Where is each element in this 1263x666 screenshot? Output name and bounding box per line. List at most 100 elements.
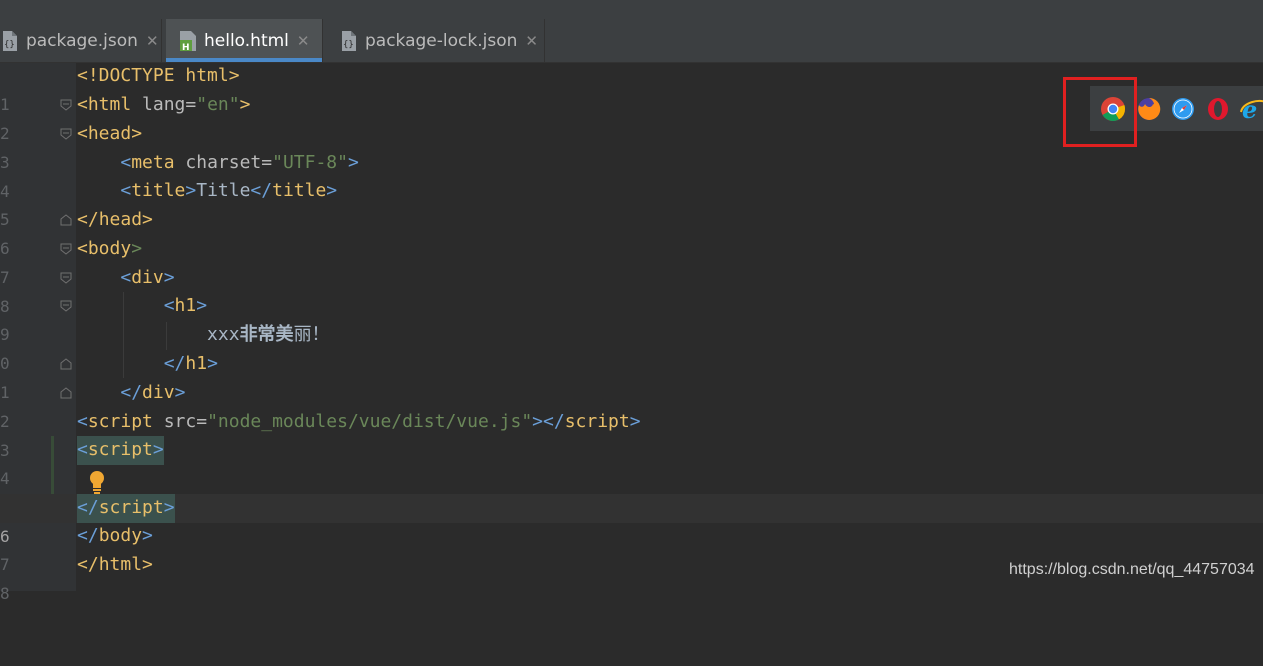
tab-label: package-lock.json — [365, 30, 518, 51]
token: > — [142, 209, 153, 230]
token: div — [142, 382, 175, 403]
code-line-current[interactable]: 6 </script> — [0, 494, 1263, 546]
token: script — [564, 411, 630, 432]
tab-label: hello.html — [204, 30, 289, 51]
token: title — [131, 180, 186, 201]
token: > — [629, 411, 641, 432]
token: > — [185, 180, 197, 201]
code-line[interactable]: 2 </div> — [0, 379, 1263, 431]
token: < — [163, 295, 175, 316]
token: xxx — [207, 324, 240, 345]
token: > — [131, 238, 143, 259]
html-file-icon: H — [180, 30, 196, 52]
watermark: https://blog.csdn.net/qq_44757034 — [1009, 561, 1255, 578]
title-bar — [0, 0, 1263, 19]
safari-icon[interactable] — [1170, 96, 1196, 122]
close-icon[interactable]: ✕ — [146, 32, 159, 50]
firefox-icon[interactable] — [1136, 96, 1162, 122]
token: html — [98, 554, 143, 575]
token: meta — [131, 152, 175, 173]
editor-tab-bar: {} package.json ✕ H hello.html ✕ {} pack… — [0, 19, 1263, 63]
token: </ — [543, 411, 565, 432]
token: < — [77, 439, 88, 460]
ie-icon[interactable]: e — [1240, 96, 1263, 122]
doctype-token: <!DOCTYPE — [77, 65, 175, 86]
token: lang= — [131, 94, 197, 115]
token: h1 — [174, 295, 197, 316]
lightbulb-icon[interactable] — [88, 470, 106, 494]
token: "en" — [196, 94, 240, 115]
token: html — [87, 94, 132, 115]
token: "UTF-8" — [272, 152, 348, 173]
code-line[interactable]: 6 </head> — [0, 206, 1263, 258]
matched-tag-highlight: </script> — [77, 494, 175, 523]
token: < — [120, 267, 132, 288]
token: body — [98, 525, 143, 546]
code-line[interactable]: 4 <script> — [0, 436, 1263, 488]
annotation-highlight-box — [1063, 77, 1137, 147]
fold-close-icon[interactable] — [60, 387, 72, 399]
token: < — [120, 180, 132, 201]
code-line[interactable]: 3 <script src="node_modules/vue/dist/vue… — [0, 408, 1263, 460]
doctype-token: > — [228, 65, 240, 86]
token: > — [163, 497, 175, 518]
token: </ — [77, 525, 99, 546]
svg-text:{}: {} — [343, 40, 354, 50]
token: < — [77, 123, 88, 144]
fold-close-icon[interactable] — [60, 358, 72, 370]
code-line[interactable]: 7 <body> — [0, 235, 1263, 287]
token: 非常美 — [239, 324, 294, 345]
fold-open-icon[interactable] — [60, 99, 72, 111]
token: script — [98, 497, 164, 518]
token: script — [87, 439, 153, 460]
token: charset= — [174, 152, 273, 173]
tab-package-json[interactable]: {} package.json ✕ — [0, 19, 162, 62]
token: > — [163, 267, 175, 288]
code-line[interactable]: 9 <h1> — [0, 292, 1263, 344]
token: head — [98, 209, 143, 230]
token: > — [532, 411, 544, 432]
token: > — [142, 525, 153, 546]
token: </ — [77, 209, 99, 230]
fold-open-icon[interactable] — [60, 272, 72, 284]
tab-hello-html[interactable]: H hello.html ✕ — [166, 19, 323, 62]
token: title — [272, 180, 327, 201]
token: > — [174, 382, 186, 403]
token: src= — [152, 411, 208, 432]
opera-icon[interactable] — [1205, 96, 1231, 122]
token: "node_modules/vue/dist/vue.js" — [207, 411, 533, 432]
code-line[interactable]: 5 <title>Title</title> — [0, 177, 1263, 229]
code-line[interactable]: 4 <meta charset="UTF-8"> — [0, 149, 1263, 201]
code-line[interactable]: 5 — [0, 465, 1263, 517]
token: < — [120, 152, 132, 173]
fold-open-icon[interactable] — [60, 128, 72, 140]
tab-package-lock-json[interactable]: {} package-lock.json ✕ — [327, 19, 545, 62]
code-line[interactable]: 8 <div> — [0, 264, 1263, 316]
token: > — [326, 180, 338, 201]
token: > — [131, 123, 143, 144]
close-icon[interactable]: ✕ — [525, 32, 538, 50]
code-line[interactable]: 0 xxx非常美丽！ — [0, 321, 1263, 373]
token: </ — [77, 554, 99, 575]
close-icon[interactable]: ✕ — [297, 32, 310, 50]
json-file-icon: {} — [342, 30, 356, 51]
token: < — [77, 411, 88, 432]
token: h1 — [185, 353, 208, 374]
token: < — [77, 238, 88, 259]
token: 丽！ — [293, 324, 330, 345]
matched-tag-highlight: <script> — [77, 436, 164, 465]
svg-text:e: e — [1242, 96, 1257, 122]
token: </ — [250, 180, 273, 201]
token: </ — [163, 353, 186, 374]
code-line[interactable]: 1 </h1> — [0, 350, 1263, 402]
code-line[interactable]: 7 </body> — [0, 522, 1263, 574]
svg-text:{}: {} — [4, 40, 15, 50]
fold-open-icon[interactable] — [60, 300, 72, 312]
fold-close-icon[interactable] — [60, 214, 72, 226]
token: Title — [196, 180, 251, 201]
fold-open-icon[interactable] — [60, 243, 72, 255]
doctype-token: html — [174, 65, 229, 86]
token: </ — [77, 497, 99, 518]
line-number: 8 — [0, 583, 10, 603]
token: script — [87, 411, 153, 432]
